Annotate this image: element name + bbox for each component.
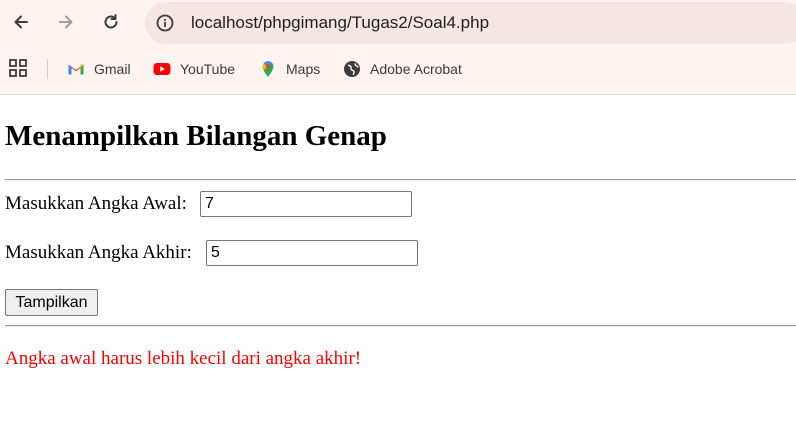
bookmark-youtube[interactable]: YouTube <box>153 58 235 80</box>
bookmarks-divider <box>47 59 48 79</box>
url-text[interactable]: localhost/phpgimang/Tugas2/Soal4.php <box>191 13 489 33</box>
divider-top <box>5 179 796 181</box>
bookmark-label: YouTube <box>180 61 236 77</box>
start-number-label: Masukkan Angka Awal: <box>5 193 187 214</box>
arrow-left-icon <box>14 15 28 29</box>
submit-button[interactable]: Tampilkan <box>5 289 98 316</box>
bookmark-label: Gmail <box>94 61 131 77</box>
arrow-right-icon <box>59 15 73 29</box>
end-number-label: Masukkan Angka Akhir: <box>5 242 192 263</box>
youtube-icon <box>153 63 171 75</box>
bookmark-maps[interactable]: Maps <box>259 58 320 80</box>
globe-icon <box>344 61 360 77</box>
address-bar[interactable]: localhost/phpgimang/Tugas2/Soal4.php <box>145 2 796 44</box>
bookmark-gmail[interactable]: Gmail <box>67 58 131 80</box>
gmail-icon <box>68 64 84 75</box>
start-number-input[interactable]: 7 <box>200 191 412 217</box>
divider-bottom <box>5 325 796 327</box>
browser-chrome: localhost/phpgimang/Tugas2/Soal4.php Gma… <box>0 0 796 95</box>
bookmarks-bar: Gmail YouTube Maps Adobe Acrobat <box>0 55 796 83</box>
bookmark-adobe-acrobat[interactable]: Adobe Acrobat <box>343 58 462 80</box>
reload-button[interactable] <box>98 9 124 35</box>
back-button[interactable] <box>8 9 34 35</box>
forward-button[interactable] <box>53 9 79 35</box>
apps-grid-icon[interactable] <box>9 59 27 77</box>
bookmark-label: Maps <box>286 61 321 77</box>
bookmark-label: Adobe Acrobat <box>370 61 462 77</box>
maps-icon <box>262 61 274 77</box>
page-title: Menampilkan Bilangan Genap <box>5 120 387 152</box>
site-info-icon[interactable] <box>155 13 175 33</box>
end-number-input[interactable]: 5 <box>206 240 418 266</box>
error-message: Angka awal harus lebih kecil dari angka … <box>5 348 362 369</box>
reload-icon <box>104 14 118 29</box>
